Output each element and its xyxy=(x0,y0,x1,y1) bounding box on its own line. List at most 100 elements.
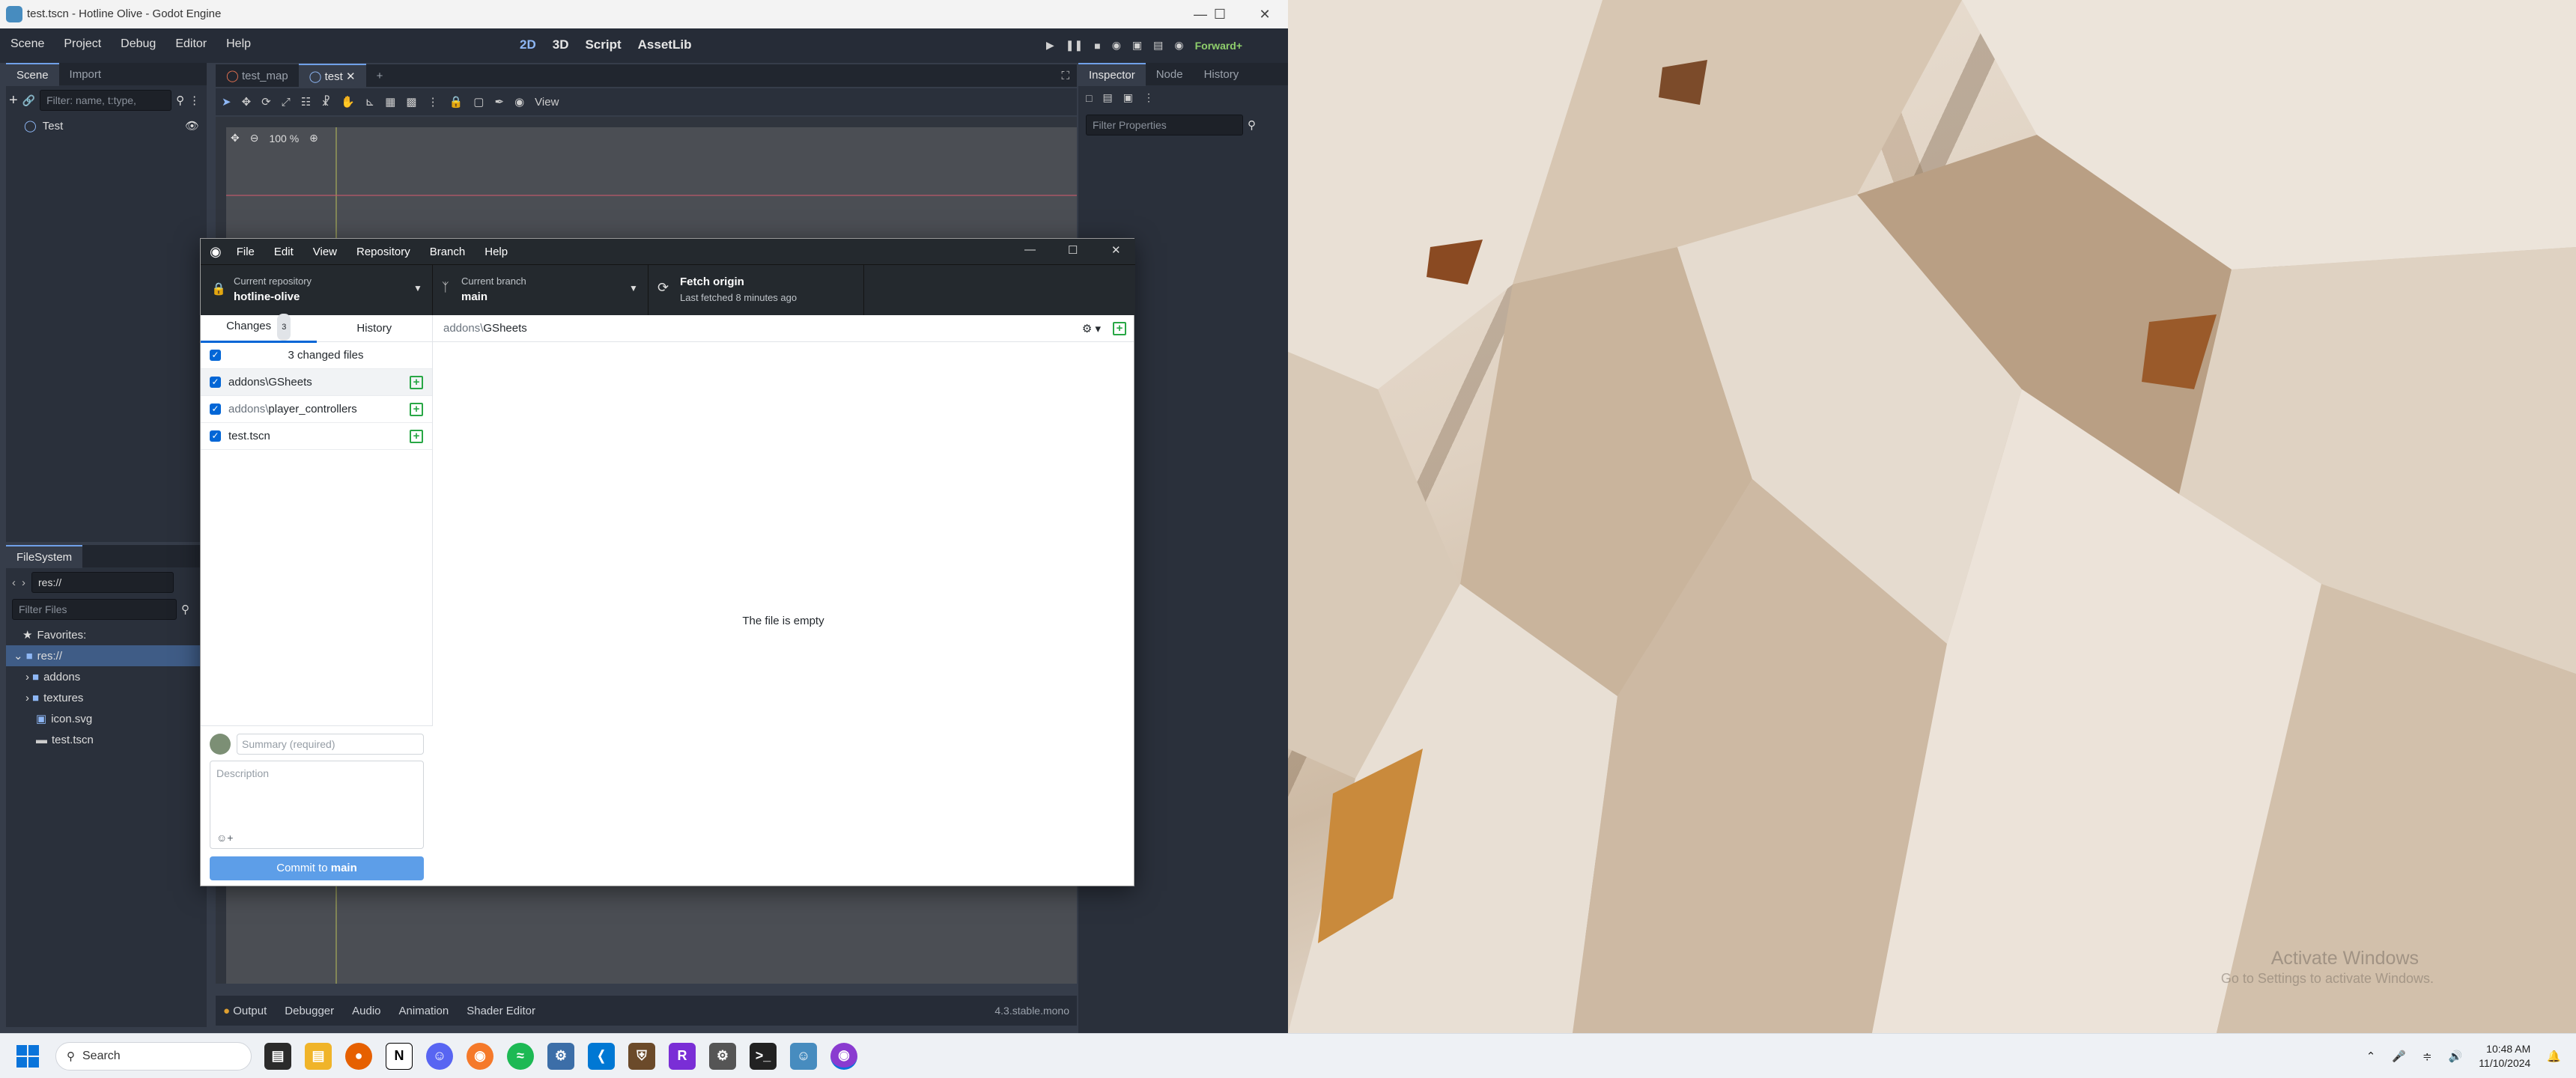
smart-snap-icon[interactable]: ▦ xyxy=(385,95,395,109)
add-node-icon[interactable]: + xyxy=(9,92,18,109)
close-icon[interactable]: ✕ xyxy=(1255,4,1275,24)
tab-scene[interactable]: Scene xyxy=(6,62,59,86)
link-icon[interactable]: 🔗 xyxy=(22,94,35,107)
save-icon[interactable]: ▣ xyxy=(1123,91,1133,104)
forward-icon[interactable]: › xyxy=(22,576,25,589)
filter-properties-input[interactable]: Filter Properties xyxy=(1086,115,1243,135)
play-icon[interactable]: ▶ xyxy=(1046,39,1054,52)
description-input[interactable]: Description ☺+ xyxy=(210,761,424,849)
ghd-menu-help[interactable]: Help xyxy=(484,246,508,258)
pause-icon[interactable]: ❚❚ xyxy=(1066,39,1083,52)
tab-import[interactable]: Import xyxy=(59,64,112,85)
fs-item-icon-svg[interactable]: ▣ icon.svg xyxy=(6,708,207,729)
play-custom-icon[interactable]: ▤ xyxy=(1153,39,1163,52)
fs-item-res[interactable]: ⌄ ■ res:// xyxy=(6,645,207,666)
remote-debug-icon[interactable]: ◉ xyxy=(1112,39,1121,52)
tray-overflow-icon[interactable]: ⌃ xyxy=(2366,1050,2376,1063)
camera-icon[interactable]: ◉ xyxy=(514,95,524,109)
new-tab-button[interactable]: + xyxy=(366,65,394,87)
scale-tool-icon[interactable]: ⤢ xyxy=(282,96,291,109)
tab-inspector[interactable]: Inspector xyxy=(1078,62,1146,86)
notification-bell-icon[interactable]: 🔔 xyxy=(2547,1050,2561,1063)
tab-shader-editor[interactable]: Shader Editor xyxy=(467,1005,535,1017)
ghd-menu-file[interactable]: File xyxy=(237,246,255,258)
zoom-out-icon[interactable]: ⊖ xyxy=(250,132,259,144)
lock-icon[interactable]: 🔒 xyxy=(449,95,464,109)
taskbar-search-box[interactable]: ⚲ Search xyxy=(55,1041,252,1071)
vscode-icon[interactable]: ❬ xyxy=(588,1042,615,1070)
renderer-select[interactable]: Forward+ xyxy=(1195,40,1242,52)
menu-debug[interactable]: Debug xyxy=(121,37,156,51)
gear-app-icon[interactable]: ⚙ xyxy=(709,1042,736,1070)
maximize-icon[interactable]: ☐ xyxy=(1068,243,1078,257)
zoom-in-icon[interactable]: ⊕ xyxy=(309,132,318,144)
rotate-tool-icon[interactable]: ⟳ xyxy=(261,95,271,109)
fetch-origin-button[interactable]: ⟳ Fetch origin Last fetched 8 minutes ag… xyxy=(648,265,864,316)
ghd-menu-edit[interactable]: Edit xyxy=(274,246,294,258)
fs-item-test-tscn[interactable]: ▬ test.tscn xyxy=(6,729,207,750)
volume-icon[interactable]: 🔊 xyxy=(2449,1050,2463,1063)
tab-debugger[interactable]: Debugger xyxy=(285,1005,334,1017)
select-all-row[interactable]: ✓ 3 changed files xyxy=(201,342,432,369)
file-row-gsheets[interactable]: ✓ addons\GSheets + xyxy=(201,369,432,396)
ruler-icon[interactable]: ⊾ xyxy=(365,95,375,109)
scene-tree-item-test[interactable]: ◯ Test 👁 xyxy=(6,115,207,136)
zoom-level[interactable]: 100 % xyxy=(269,133,299,144)
fs-item-textures[interactable]: › ■ textures xyxy=(6,687,207,708)
tab-history[interactable]: History xyxy=(317,316,433,341)
commit-button[interactable]: Commit to main xyxy=(210,856,424,880)
distraction-free-icon[interactable]: ⛶ xyxy=(1061,70,1069,82)
blender-icon[interactable]: ◉ xyxy=(467,1042,493,1070)
bone-icon[interactable]: ✒ xyxy=(494,95,504,109)
favorites-item[interactable]: ★ Favorites: xyxy=(6,624,207,645)
menu-project[interactable]: Project xyxy=(64,37,101,51)
spotify-icon[interactable]: ≈ xyxy=(507,1042,534,1070)
path-field[interactable]: res:// xyxy=(31,572,174,593)
workspace-assetlib[interactable]: AssetLib xyxy=(638,37,692,52)
pivot-icon[interactable]: ☧ xyxy=(321,95,330,109)
pan-icon[interactable]: ✋ xyxy=(341,95,355,109)
play-scene-icon[interactable]: ▣ xyxy=(1132,39,1142,52)
kebab-menu-icon[interactable]: ⋮ xyxy=(189,94,200,107)
snap-icon[interactable]: ☷ xyxy=(301,95,311,109)
minimize-icon[interactable]: — xyxy=(1191,4,1210,24)
terminal-icon[interactable]: >_ xyxy=(750,1042,777,1070)
github-desktop-icon[interactable]: ◉ xyxy=(830,1042,857,1070)
pan-icon[interactable]: ✥ xyxy=(231,132,240,144)
filesystem-filter-input[interactable]: Filter Files xyxy=(12,599,177,620)
menu-scene[interactable]: Scene xyxy=(10,37,44,51)
stop-icon[interactable]: ■ xyxy=(1094,40,1100,52)
app-icon[interactable]: ▤ xyxy=(264,1042,291,1070)
gear-icon[interactable]: ⚙ ▾ xyxy=(1082,322,1101,335)
checkbox-checked-icon[interactable]: ✓ xyxy=(210,350,221,361)
settings-app-icon[interactable]: ⚙ xyxy=(547,1042,574,1070)
kebab-menu-icon[interactable]: ⋮ xyxy=(428,95,439,109)
current-repository-button[interactable]: 🔒 Current repository hotline-olive ▼ xyxy=(201,265,433,316)
grid-snap-icon[interactable]: ▩ xyxy=(406,95,416,109)
movie-icon[interactable]: ◉ xyxy=(1174,39,1183,52)
move-tool-icon[interactable]: ✥ xyxy=(242,95,252,109)
select-tool-icon[interactable]: ➤ xyxy=(222,95,231,109)
wifi-icon[interactable]: ≑ xyxy=(2422,1050,2432,1063)
clock[interactable]: 10:48 AM 11/10/2024 xyxy=(2479,1042,2530,1071)
view-menu[interactable]: View xyxy=(535,96,559,109)
tab-output[interactable]: ● Output xyxy=(223,1005,267,1017)
open-folder-icon[interactable]: ▤ xyxy=(1102,91,1112,104)
maximize-icon[interactable]: ☐ xyxy=(1210,4,1230,24)
new-resource-icon[interactable]: □ xyxy=(1086,92,1092,104)
workspace-3d[interactable]: 3D xyxy=(553,37,569,52)
close-icon[interactable]: ✕ xyxy=(1111,243,1121,257)
start-button[interactable] xyxy=(16,1044,39,1068)
back-icon[interactable]: ‹ xyxy=(12,576,16,589)
workspace-2d[interactable]: 2D xyxy=(520,37,536,52)
file-row-player-controllers[interactable]: ✓ addons\ player_controllers + xyxy=(201,396,432,423)
add-coauthor-icon[interactable]: ☺+ xyxy=(216,832,233,844)
file-row-test-tscn[interactable]: ✓ test.tscn + xyxy=(201,423,432,450)
tab-audio[interactable]: Audio xyxy=(352,1005,380,1017)
checkbox-checked-icon[interactable]: ✓ xyxy=(210,377,221,388)
checkbox-checked-icon[interactable]: ✓ xyxy=(210,430,221,442)
scene-filter-input[interactable]: Filter: name, t:type, xyxy=(40,90,172,111)
summary-input[interactable]: Summary (required) xyxy=(237,734,424,755)
ghd-menu-repository[interactable]: Repository xyxy=(356,246,410,258)
tab-history[interactable]: History xyxy=(1194,64,1250,85)
